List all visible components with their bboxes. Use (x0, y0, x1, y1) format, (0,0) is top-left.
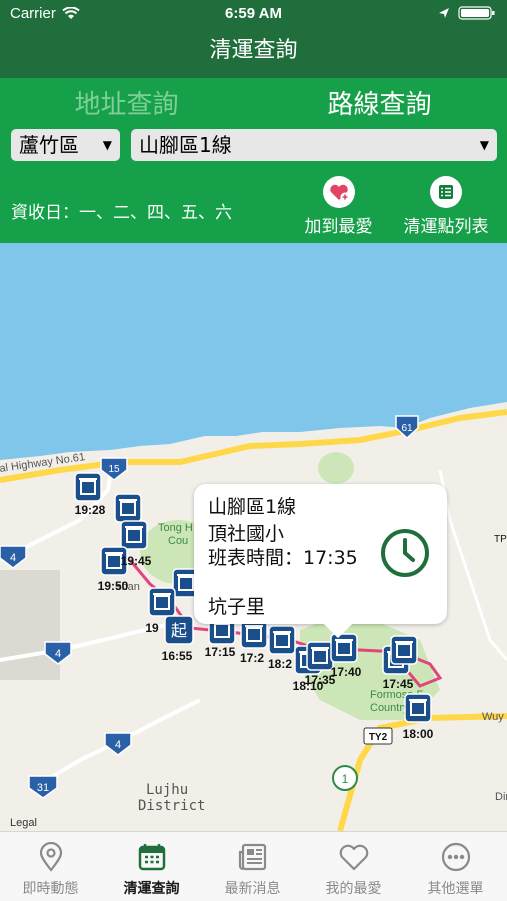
route-shield-4c: 4 (104, 732, 132, 756)
stop-time: 17:2 (240, 651, 264, 665)
add-favorite-label: 加到最愛 (304, 217, 373, 237)
route-select[interactable]: 山腳區1線 ▼ (131, 129, 497, 161)
clock-icon[interactable] (380, 528, 430, 578)
recycle-days: 資收日：一、二、四、五、六 (11, 203, 232, 223)
tab-address-query[interactable]: 地址查詢 (0, 84, 253, 121)
route-shield-ty2: TY2 (363, 727, 393, 745)
status-time: 6:59 AM (225, 5, 282, 22)
callout-village: 坑子里 (208, 596, 266, 618)
stop-time: 19:45 (121, 554, 152, 568)
stop-time: 17:45 (383, 677, 414, 691)
stop-time: 16:55 (162, 649, 193, 663)
route-shield-15: 15 (100, 457, 128, 481)
stop-marker[interactable] (268, 625, 296, 655)
location-pin-icon (39, 842, 62, 872)
map-legal-link[interactable]: Legal (10, 817, 37, 829)
callout-schedule: 班表時間：17:35 (208, 547, 358, 569)
tab-schedule-label: 清運查詢 (123, 881, 180, 897)
callout-stop: 頂社國小 (208, 523, 285, 545)
tab-more-label: 其他選單 (427, 881, 484, 897)
point-list-button[interactable]: 清運點列表 (394, 176, 498, 237)
dropdown-arrow-icon: ▼ (479, 138, 489, 152)
heart-plus-icon (322, 176, 355, 208)
add-favorite-button[interactable]: 加到最愛 (296, 176, 381, 237)
stop-marker[interactable] (306, 641, 334, 671)
query-panel: 地址查詢 路線查詢 蘆竹區 ▼ 山腳區1線 ▼ 資收日：一、二、四、五、六 加到… (0, 78, 507, 243)
start-marker-label: 起 (171, 621, 187, 640)
stop-info-callout[interactable]: 山腳區1線 頂社國小 班表時間：17:35 坑子里 (194, 484, 447, 639)
stop-time: 17:15 (205, 645, 236, 659)
stop-marker[interactable] (404, 693, 432, 723)
area-label-cou: Cou (168, 535, 188, 547)
tab-bar: 即時動態 清運查詢 最新消息 我的最愛 其他選單 (0, 831, 507, 901)
tab-favorites[interactable]: 我的最愛 (303, 842, 404, 898)
tab-schedule-query[interactable]: 清運查詢 (101, 842, 202, 898)
route-shield-4: 4 (0, 545, 27, 569)
stop-marker[interactable] (330, 633, 358, 663)
stop-marker[interactable] (74, 472, 102, 502)
district-label-lujhu: Lujhu (146, 782, 188, 798)
calendar-icon (138, 844, 165, 871)
route-shield-1: 1 (332, 765, 358, 791)
area-label-tp: TP (494, 534, 507, 545)
stop-marker[interactable] (240, 619, 268, 649)
stop-time: 17:40 (331, 665, 362, 679)
stop-time: 19 (145, 621, 159, 635)
route-shield-4b-label: 4 (55, 648, 61, 660)
nav-title: 清運查詢 (0, 28, 507, 78)
district-label-district: District (138, 798, 205, 814)
tab-more[interactable]: 其他選單 (404, 842, 507, 898)
stop-time: 19:50 (98, 579, 129, 593)
tab-news[interactable]: 最新消息 (202, 842, 303, 898)
stop-marker[interactable] (114, 493, 142, 523)
route-shield-4c-label: 4 (115, 739, 121, 751)
area-label-tong: Tong H (158, 522, 193, 534)
stop-time: 18:2 (268, 657, 292, 671)
status-bar: Carrier 6:59 AM (0, 0, 507, 28)
route-shield-61-label: 61 (401, 423, 413, 434)
area-label-dim: Dim (495, 791, 507, 803)
area-label-wuy: Wuy (482, 711, 504, 723)
route-shield-1-label: 1 (342, 772, 349, 786)
district-value: 蘆竹區 (19, 133, 79, 157)
more-icon (441, 842, 470, 872)
stop-time: 19:28 (75, 503, 106, 517)
callout-route: 山腳區1線 (208, 496, 297, 518)
start-marker[interactable]: 起 (164, 615, 194, 645)
tab-route-query[interactable]: 路線查詢 (253, 84, 506, 121)
tab-news-label: 最新消息 (224, 881, 281, 897)
point-list-label: 清運點列表 (403, 217, 489, 237)
heart-icon (339, 844, 368, 871)
district-select[interactable]: 蘆竹區 ▼ (11, 129, 120, 161)
route-shield-4-label: 4 (10, 552, 16, 564)
dropdown-arrow-icon: ▼ (102, 138, 112, 152)
news-icon (238, 843, 266, 871)
tab-realtime[interactable]: 即時動態 (0, 842, 101, 898)
route-value: 山腳區1線 (139, 133, 232, 157)
stop-time: 18:00 (403, 727, 434, 741)
route-shield-15-label: 15 (108, 464, 120, 475)
list-icon (430, 176, 462, 208)
tab-realtime-label: 即時動態 (22, 881, 79, 897)
tab-favorites-label: 我的最愛 (325, 881, 382, 897)
route-shield-ty2-label: TY2 (369, 732, 388, 743)
battery-icon (439, 6, 495, 20)
stop-marker[interactable] (390, 635, 418, 665)
stop-marker[interactable] (148, 587, 176, 617)
route-shield-31: 31 (28, 775, 58, 799)
stop-marker[interactable] (120, 520, 148, 550)
route-shield-31-label: 31 (37, 782, 49, 794)
